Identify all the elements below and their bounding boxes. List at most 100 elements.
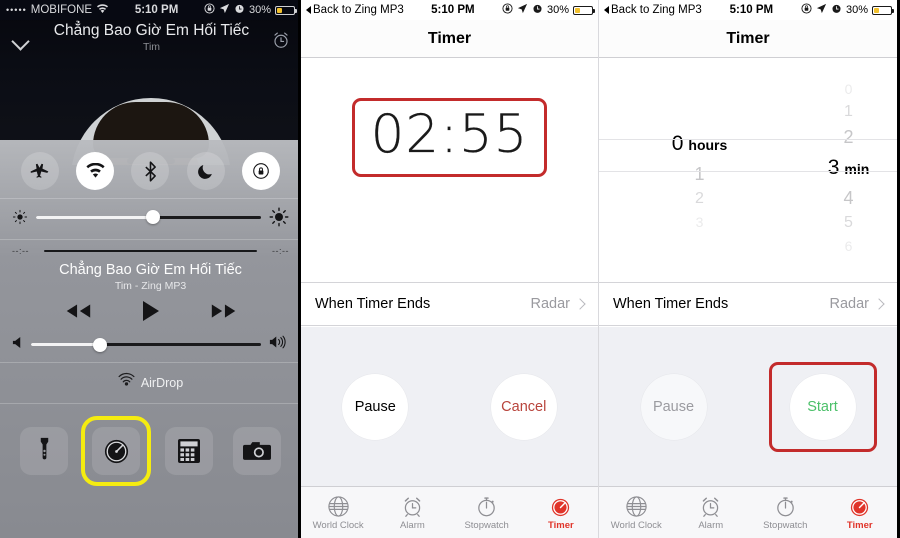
scrubber-row: --:-- --:-- <box>12 246 289 256</box>
tab-alarm[interactable]: Alarm <box>375 495 449 531</box>
cancel-button[interactable]: Cancel <box>490 373 557 440</box>
bluetooth-icon <box>145 160 156 182</box>
start-button[interactable]: Start <box>789 373 856 440</box>
timer-running-tabbar: World Clock Alarm Stopwatch Timer <box>301 486 598 538</box>
when-timer-ends-label: When Timer Ends <box>613 296 729 312</box>
tab-timer[interactable]: Timer <box>823 495 898 531</box>
airdrop-label: AirDrop <box>140 376 184 390</box>
hours-unit-label: hours <box>688 136 728 153</box>
start-button-highlight-box: Start <box>768 361 877 452</box>
page-title: Timer <box>427 29 472 47</box>
scrubber-track[interactable] <box>44 250 257 252</box>
duration-picker[interactable]: 0 hours 1 2 3 0 1 2 3 min 4 5 6 <box>599 58 897 276</box>
calculator-shortcut[interactable] <box>164 427 213 475</box>
timer-shortcut[interactable] <box>92 427 141 475</box>
back-to-app-label[interactable]: Back to Zing MP3 <box>611 4 702 16</box>
tab-label: World Clock <box>312 519 364 531</box>
fast-forward-icon[interactable] <box>209 302 239 325</box>
pause-button-cell: Pause <box>301 373 450 440</box>
timer-setup-panel: Back to Zing MP3 5:10 PM 30% Timer 0 hou… <box>599 0 897 538</box>
globe-icon <box>327 495 350 518</box>
pause-button[interactable]: Pause <box>342 373 409 440</box>
now-playing-artist: Tim <box>142 41 161 53</box>
rotation-lock-icon <box>801 3 812 17</box>
minutes-unit-label: min <box>844 160 870 177</box>
timer-setup-tabbar: World Clock Alarm Stopwatch Timer <box>599 486 897 538</box>
timer-setup-buttons: Pause Start <box>599 327 897 486</box>
battery-percentage: 30% <box>845 4 869 16</box>
tab-label: World Clock <box>610 519 662 531</box>
volume-min-icon <box>12 336 23 354</box>
wifi-toggle[interactable] <box>76 152 115 190</box>
back-arrow-icon[interactable] <box>306 6 311 14</box>
remaining-time: --:-- <box>272 246 289 256</box>
start-button-cell: Start <box>748 361 897 452</box>
alarm-icon <box>234 3 245 17</box>
minutes-selected-value: 3 <box>827 155 840 179</box>
countdown-wrapper: 02:55 <box>301 98 598 177</box>
tab-timer[interactable]: Timer <box>524 495 598 531</box>
battery-percentage: 30% <box>546 4 570 16</box>
carrier-label: MOBIFONE <box>30 4 93 16</box>
picker-item: 5 <box>844 213 853 231</box>
rotation-lock-toggle[interactable] <box>242 152 281 190</box>
bluetooth-toggle[interactable] <box>131 152 170 190</box>
when-timer-ends-value: Radar <box>530 296 571 312</box>
alarm-clock-icon <box>699 495 722 518</box>
flashlight-icon <box>40 437 48 460</box>
hours-picker-column[interactable]: 0 hours 1 2 3 <box>599 58 748 276</box>
back-to-app-label[interactable]: Back to Zing MP3 <box>313 4 404 16</box>
back-arrow-icon[interactable] <box>604 6 609 14</box>
when-timer-ends-label: When Timer Ends <box>315 296 431 312</box>
control-center: --:-- --:-- Chẳng Bao Giờ Em Hối Tiếc Ti… <box>0 140 298 538</box>
rotation-lock-icon <box>204 3 215 17</box>
pause-button[interactable]: Pause <box>640 373 707 440</box>
timer-icon <box>848 495 871 518</box>
battery-icon <box>275 5 298 15</box>
page-title: Timer <box>726 29 770 47</box>
tab-world-clock[interactable]: World Clock <box>599 495 674 531</box>
when-timer-ends-row[interactable]: When Timer Ends Radar <box>301 282 598 326</box>
picker-item: 3 <box>695 213 704 230</box>
rotation-lock-icon <box>502 3 513 17</box>
picker-item: 2 <box>843 126 854 147</box>
when-timer-ends-value: Radar <box>829 296 870 312</box>
battery-icon <box>573 5 596 15</box>
lockscreen-status-bar: ••••• MOBIFONE 5:10 PM 30% <box>0 0 298 20</box>
calculator-shortcut-wrap <box>158 420 220 482</box>
minutes-picker-column[interactable]: 0 1 2 3 min 4 5 6 <box>748 58 897 276</box>
tab-stopwatch[interactable]: Stopwatch <box>450 495 524 531</box>
pause-button-cell: Pause <box>599 373 748 440</box>
sun-large-icon <box>269 207 289 227</box>
player-title: Chẳng Bao Giờ Em Hối Tiếc <box>59 262 242 278</box>
status-time: 5:10 PM <box>134 4 179 16</box>
tab-alarm[interactable]: Alarm <box>674 495 749 531</box>
countdown-highlight-box: 02:55 <box>351 98 548 177</box>
music-player: --:-- --:-- Chẳng Bao Giờ Em Hối Tiếc Ti… <box>0 240 298 362</box>
airdrop-row[interactable]: AirDrop <box>0 363 298 403</box>
lockscreen-panel: ▪ ▪ ▪ ▪ ••••• MOBIFONE 5:10 PM <box>0 0 301 538</box>
timer-setup-body: 0 hours 1 2 3 0 1 2 3 min 4 5 6 When Tim… <box>599 58 897 538</box>
volume-slider[interactable] <box>31 337 261 352</box>
airplane-mode-toggle[interactable] <box>20 152 59 190</box>
picker-item: 1 <box>844 102 853 120</box>
wifi-icon <box>96 3 109 17</box>
camera-shortcut[interactable] <box>232 427 281 475</box>
alarm-clock-icon[interactable] <box>271 30 291 50</box>
chevron-down-icon[interactable] <box>10 30 32 52</box>
when-timer-ends-row[interactable]: When Timer Ends Radar <box>599 282 897 326</box>
timer-icon <box>549 495 572 518</box>
tab-world-clock[interactable]: World Clock <box>301 495 375 531</box>
battery-percentage: 30% <box>248 4 272 16</box>
tab-label: Timer <box>846 519 873 531</box>
rewind-icon[interactable] <box>63 302 93 325</box>
flashlight-shortcut[interactable] <box>20 427 69 475</box>
tab-stopwatch[interactable]: Stopwatch <box>748 495 823 531</box>
do-not-disturb-toggle[interactable] <box>186 152 225 190</box>
airplane-icon <box>30 163 49 178</box>
brightness-slider[interactable] <box>36 210 261 224</box>
play-icon[interactable] <box>141 300 161 327</box>
timer-icon <box>104 439 128 463</box>
tab-label: Alarm <box>698 519 724 531</box>
picker-item: 4 <box>843 187 854 208</box>
